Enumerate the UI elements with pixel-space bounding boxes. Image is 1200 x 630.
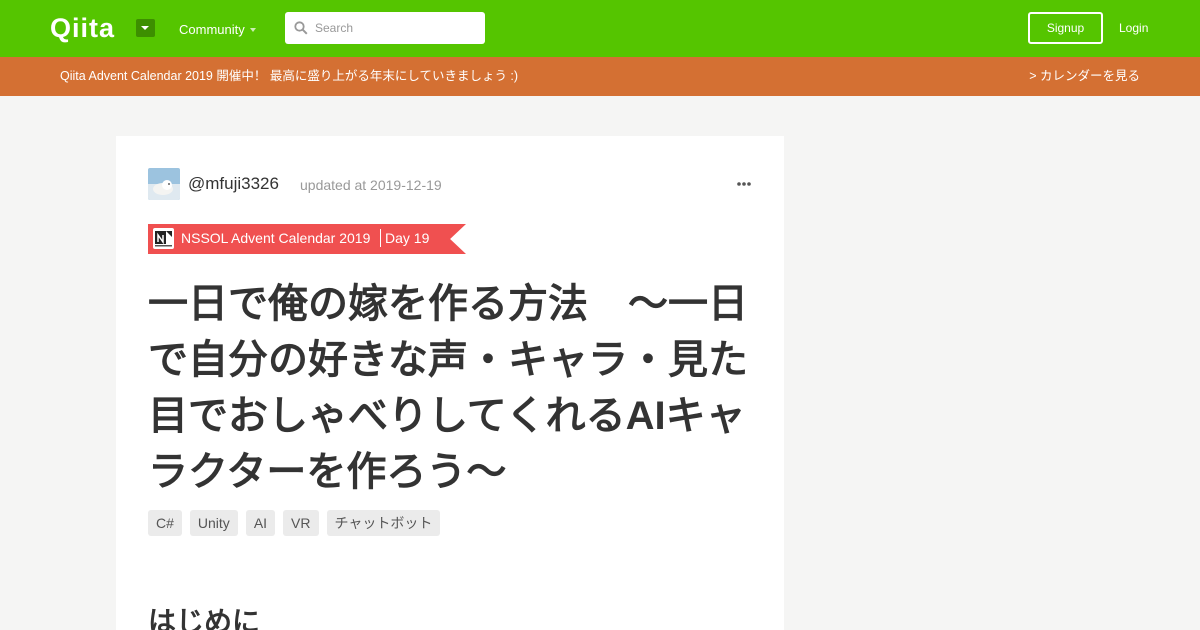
community-caret-icon xyxy=(250,28,256,32)
community-menu[interactable]: Community xyxy=(179,22,245,38)
qiita-logo[interactable]: Qiita xyxy=(50,14,115,42)
author-name[interactable]: @mfuji3326 xyxy=(188,174,279,194)
view-calendar-link[interactable]: > カレンダーを見る xyxy=(1029,69,1140,84)
logo-dropdown-button[interactable] xyxy=(136,19,155,37)
author-avatar[interactable] xyxy=(148,168,180,200)
tag-list: C# Unity AI VR チャットボット xyxy=(148,510,441,536)
tag-item[interactable]: VR xyxy=(283,510,319,536)
top-nav-bar: Qiita Community Signup Login xyxy=(0,0,1200,57)
article-title: 一日で俺の嫁を作る方法 ～一日で自分の好きな声・キャラ・見た目でおしゃべりしてく… xyxy=(148,282,748,494)
section-heading: はじめに xyxy=(148,606,261,630)
article-card: @mfuji3326 updated at 2019-12-19 NSSOL A… xyxy=(116,136,784,630)
banner-text: Qiita Advent Calendar 2019 開催中！ 最高に盛り上がる… xyxy=(60,69,519,83)
signup-button[interactable]: Signup xyxy=(1028,12,1103,44)
tag-item[interactable]: チャットボット xyxy=(326,510,441,536)
calendar-name: NSSOL Advent Calendar 2019 xyxy=(181,230,371,246)
search-input[interactable] xyxy=(315,12,480,44)
search-icon xyxy=(294,21,308,35)
tag-item[interactable]: Unity xyxy=(189,510,238,536)
advent-calendar-ribbon[interactable]: NSSOL Advent Calendar 2019 Day 19 xyxy=(148,224,466,254)
calendar-day: Day 19 xyxy=(385,230,430,246)
tag-item[interactable]: AI xyxy=(245,510,276,536)
search-box[interactable] xyxy=(285,12,485,44)
nssol-logo-icon xyxy=(153,228,174,249)
more-options-icon[interactable] xyxy=(736,176,752,192)
tag-item[interactable]: C# xyxy=(148,510,182,536)
caret-down-icon xyxy=(141,26,149,30)
login-link[interactable]: Login xyxy=(1119,20,1148,36)
ribbon-divider xyxy=(380,229,381,247)
updated-date: updated at 2019-12-19 xyxy=(300,177,442,193)
advent-calendar-banner: Qiita Advent Calendar 2019 開催中！ 最高に盛り上がる… xyxy=(0,57,1200,96)
